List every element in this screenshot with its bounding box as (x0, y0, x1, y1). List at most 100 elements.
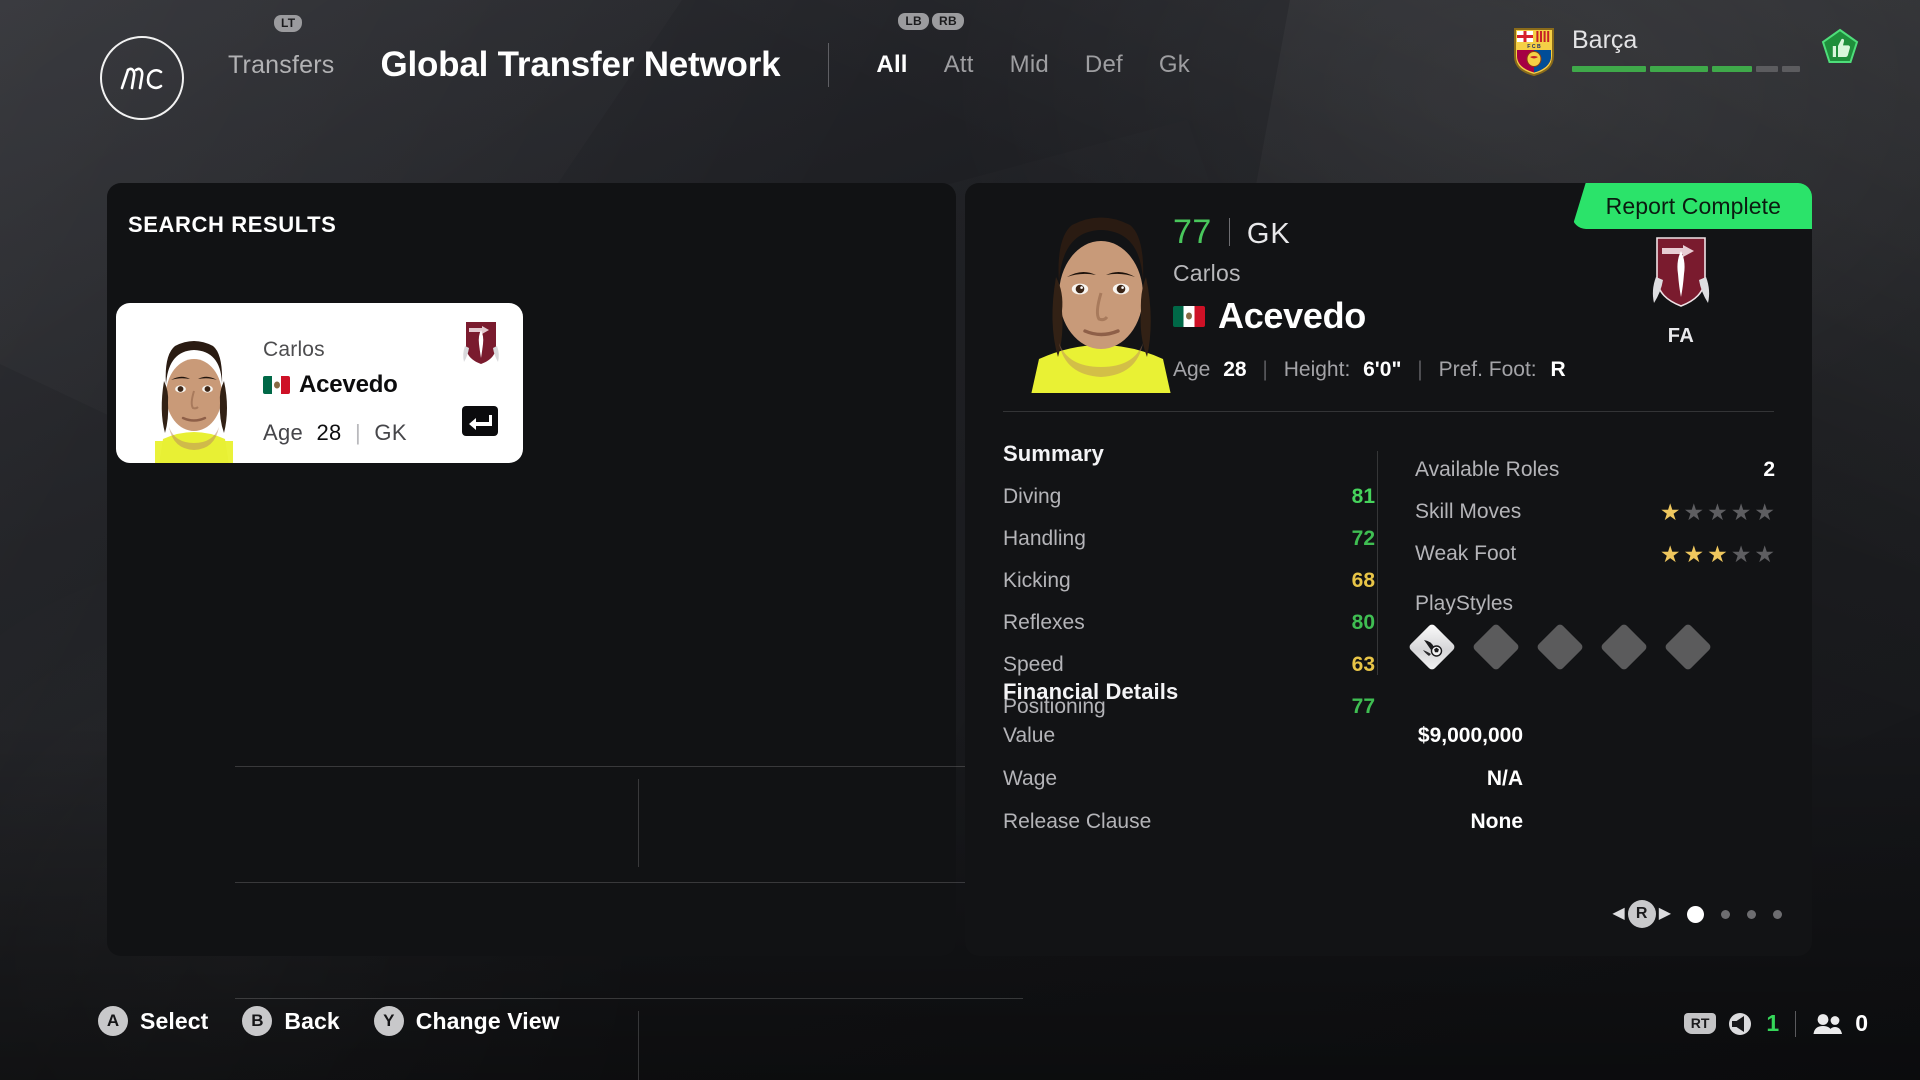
bio-foot-label: Pref. Foot: (1438, 358, 1537, 381)
stat-value: 63 (1351, 653, 1375, 676)
tab-att[interactable]: Att (944, 51, 974, 79)
weak-foot-label: Weak Foot (1415, 542, 1517, 565)
weak-foot-stars: ★ ★ ★ ★ ★ (1659, 540, 1775, 567)
footwork-ball-icon (1423, 640, 1443, 657)
player-age-value: 28 (316, 420, 342, 445)
pager-dot[interactable] (1747, 909, 1756, 919)
pager-dot-active[interactable] (1687, 905, 1704, 923)
morale-segment (1572, 66, 1646, 72)
stat-row: Reflexes 80 (1003, 611, 1375, 635)
player-detail-hero: 77 GK Carlos Acevedo Age 28 | Height: 6'… (965, 183, 1812, 413)
footer-bar: A Select B Back Y Change View RT 1 0 (0, 984, 1920, 1080)
row-column-separator (638, 779, 639, 867)
action-back[interactable]: B Back (242, 1006, 340, 1036)
system-status: RT 1 0 (1683, 1010, 1868, 1037)
player-portrait-thumb (133, 323, 255, 463)
playstyle-slot-empty[interactable] (1663, 622, 1713, 672)
pager-left-arrow-icon[interactable]: ◀ (1612, 906, 1624, 922)
toluca-crest-icon (463, 322, 499, 364)
star-icon: ★ (1754, 498, 1775, 525)
tab-mid[interactable]: Mid (1010, 51, 1049, 79)
weak-foot-row: Weak Foot ★ ★ ★ ★ ★ (1415, 542, 1775, 566)
player-last-name: Acevedo (299, 371, 398, 398)
player-result-card[interactable]: Carlos Acevedo Age 28 | GK (116, 303, 523, 463)
tab-gk[interactable]: Gk (1159, 51, 1190, 79)
player-position-detail: GK (1246, 218, 1291, 250)
playstyle-slot-empty[interactable] (1599, 622, 1649, 672)
column-divider (1377, 451, 1378, 675)
tab-all[interactable]: All (876, 51, 907, 79)
morale-segment (1650, 66, 1708, 72)
player-detail-panel: Report Complete 77 GK Carlos Acevedo Age… (965, 183, 1812, 956)
action-select-label: Select (140, 1007, 209, 1034)
pager-dot[interactable] (1773, 909, 1782, 919)
pager-right-arrow-icon[interactable]: ▶ (1659, 906, 1671, 922)
star-icon: ★ (1707, 498, 1728, 525)
volume-value: 1 (1766, 1010, 1780, 1036)
bio-age-label: Age (1173, 358, 1211, 381)
available-roles-value: 2 (1763, 458, 1775, 481)
stat-value: 72 (1351, 527, 1375, 550)
tab-def[interactable]: Def (1085, 51, 1123, 79)
star-icon: ★ (1707, 540, 1728, 567)
star-icon: ★ (1659, 540, 1681, 567)
playstyle-slot-filled[interactable] (1407, 622, 1457, 672)
right-stick-hint: ◀ R ▶ (1612, 900, 1671, 928)
financial-details-section: Financial Details Value $9,000,000 Wage … (1003, 679, 1523, 834)
b-button-glyph: B (242, 1006, 273, 1036)
available-roles-label: Available Roles (1415, 458, 1560, 481)
action-change-view[interactable]: Y Change View (373, 1006, 560, 1036)
search-results-panel: SEARCH RESULTS Carlos Acevedo Age 28 | G… (107, 183, 1023, 1080)
toluca-crest-icon (1652, 237, 1710, 307)
stat-row: Kicking 68 (1003, 569, 1375, 593)
party-value: 0 (1855, 1010, 1868, 1036)
thumbs-up-badge-icon (1821, 28, 1859, 63)
pager-dot[interactable] (1721, 909, 1730, 919)
rating-divider (1228, 218, 1230, 246)
attributes-column: Available Roles 2 Skill Moves ★ ★ ★ ★ ★ … (1407, 458, 1775, 672)
stat-value: 81 (1351, 485, 1375, 508)
row-divider (235, 882, 1023, 883)
empty-result-row (226, 882, 1036, 998)
header-divider (828, 43, 830, 87)
rt-trigger-glyph: RT (1683, 1013, 1717, 1034)
status-separator (1795, 1010, 1797, 1037)
financial-heading: Financial Details (1003, 679, 1179, 704)
player-club-block: FA (1626, 235, 1736, 348)
financial-value: None (1470, 810, 1524, 833)
morale-segment (1782, 66, 1800, 72)
morale-segment (1756, 66, 1778, 72)
star-icon: ★ (1754, 540, 1775, 567)
rb-button-glyph: RB (932, 13, 964, 30)
overall-rating: 77 (1173, 213, 1212, 251)
stat-label: Reflexes (1003, 611, 1085, 634)
a-button-glyph: A (98, 1006, 128, 1036)
player-last-name-detail: Acevedo (1218, 295, 1366, 336)
bio-separator: | (1417, 358, 1423, 381)
people-icon[interactable] (1812, 1012, 1844, 1036)
playstyles-label: PlayStyles (1415, 592, 1514, 615)
club-name: Barça (1572, 26, 1638, 54)
financial-row: Wage N/A (1003, 767, 1523, 791)
action-back-label: Back (284, 1007, 340, 1034)
summary-heading: Summary (1003, 441, 1104, 466)
breadcrumb-transfers[interactable]: Transfers (228, 51, 334, 80)
star-icon: ★ (1730, 540, 1752, 567)
speaker-icon[interactable] (1727, 1011, 1755, 1037)
bumper-hints: LB RB (898, 13, 964, 30)
action-select[interactable]: A Select (98, 1006, 208, 1036)
meta-separator: | (354, 420, 361, 445)
enter-key-icon[interactable] (462, 406, 498, 436)
available-roles-row: Available Roles 2 (1415, 458, 1775, 482)
playstyle-slot-empty[interactable] (1471, 622, 1521, 672)
mc-logo-icon (100, 36, 184, 120)
position-filter-tabs: All Att Mid Def Gk (876, 51, 1190, 79)
bio-separator: | (1262, 358, 1268, 381)
star-icon: ★ (1683, 498, 1705, 525)
playstyle-slot-empty[interactable] (1535, 622, 1585, 672)
bio-height-value: 6'0" (1363, 358, 1402, 381)
detail-pager[interactable]: ◀ R ▶ (1612, 900, 1782, 928)
stat-label: Kicking (1003, 569, 1071, 592)
player-first-name-detail: Carlos (1173, 260, 1241, 286)
skill-moves-label: Skill Moves (1415, 500, 1522, 523)
